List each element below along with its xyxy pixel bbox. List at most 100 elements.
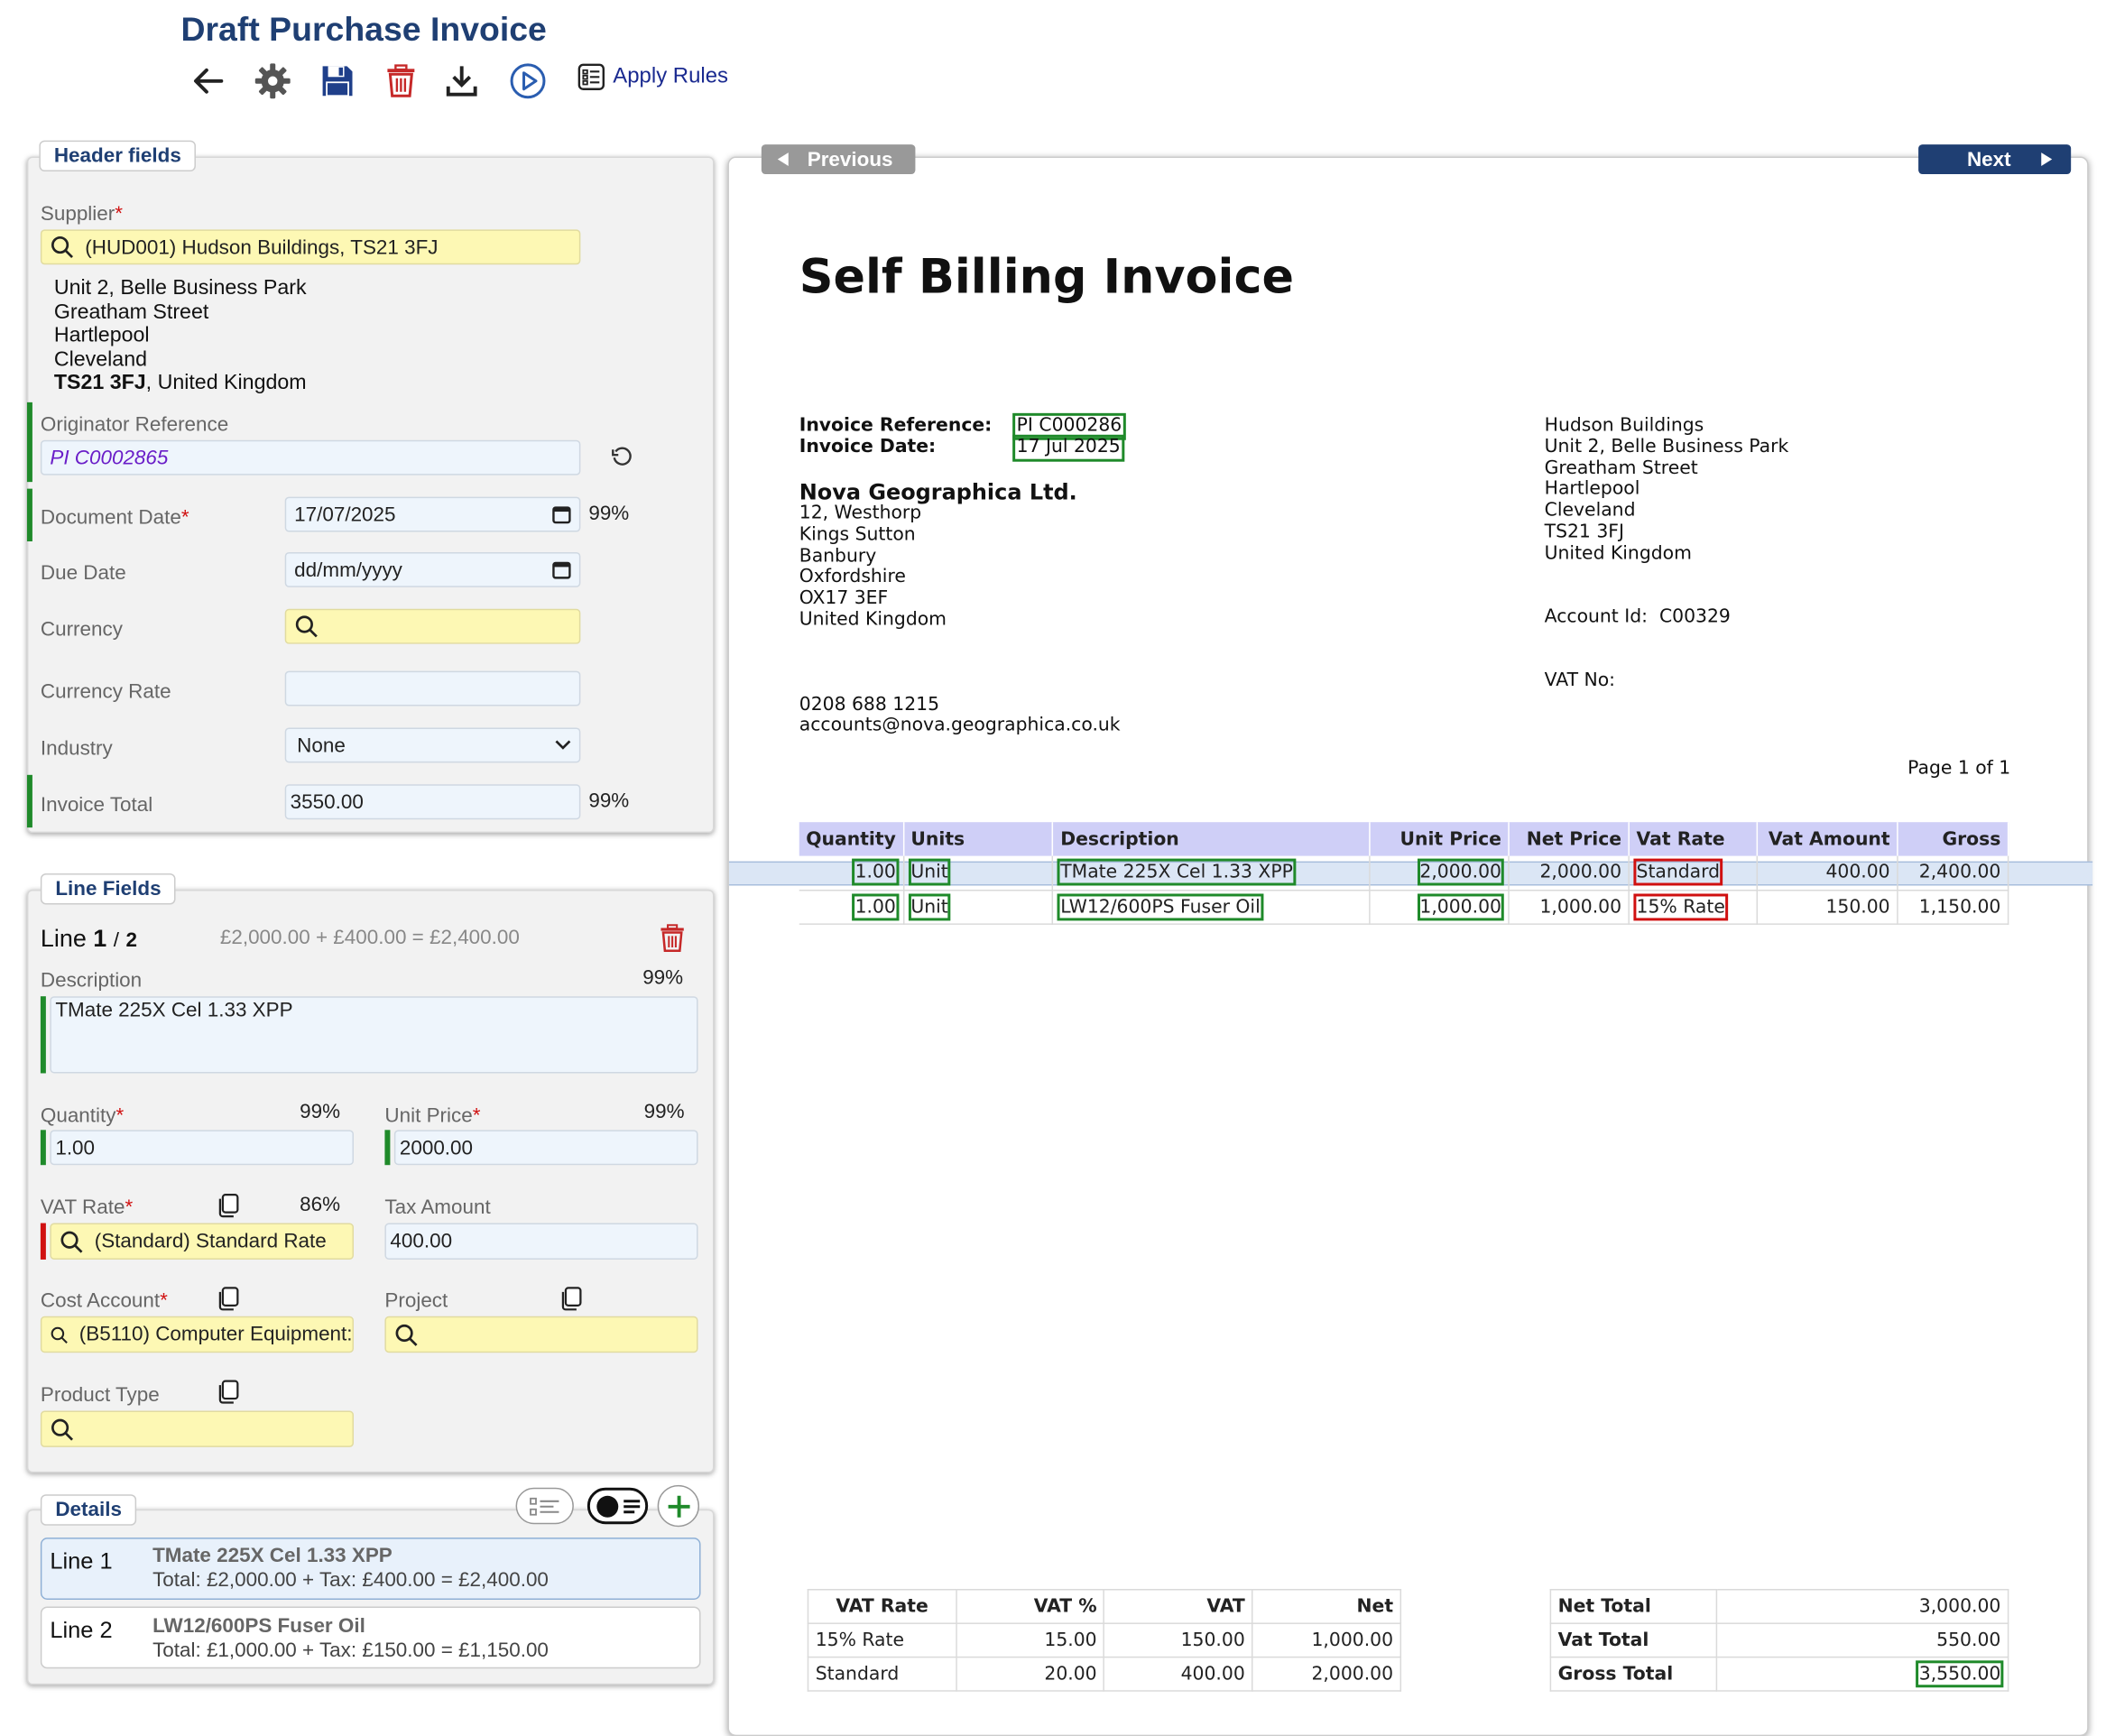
currency-input[interactable] [284,608,581,644]
download-icon [446,66,477,97]
document-date-value: 17/07/2025 [294,503,396,526]
address-line: Banbury [799,544,877,567]
due-date-label: Due Date [40,561,126,585]
address-line: 12, Westhorp [799,502,922,524]
detail-line-2[interactable]: Line 2 LW12/600PS Fuser Oil Total: £1,00… [40,1606,701,1669]
cell-units: Unit [908,858,951,886]
currency-rate-input[interactable] [284,670,581,706]
copy-icon [218,1380,239,1404]
save-button[interactable] [316,60,359,103]
calendar-icon[interactable] [552,505,571,524]
detail-line-1[interactable]: Line 1 TMate 225X Cel 1.33 XPP Total: £2… [40,1537,701,1600]
reset-button[interactable] [610,446,634,476]
description-input[interactable]: TMate 225X Cel 1.33 XPP [50,996,698,1074]
delete-button[interactable] [379,60,422,103]
vat-summary-table: VAT Rate VAT % VAT Net 15% Rate 15.00 15… [807,1589,1402,1692]
settings-button[interactable] [251,60,294,103]
previous-button[interactable]: Previous [761,144,916,175]
invoice-total-input[interactable]: 3550.00 [284,784,581,820]
account-id-label: Account Id: [1544,605,1649,628]
column-header: Net [1252,1589,1402,1624]
chevron-down-icon [555,740,571,750]
cell-unit-price: 2,000.00 [1417,858,1504,886]
document-viewer [727,156,2089,1736]
copy-icon [561,1287,582,1311]
gear-icon [254,63,291,99]
detail-line-label: Line 2 [50,1617,113,1643]
copy-cost-account-button[interactable] [216,1287,239,1317]
invoice-total-confidence: 99% [588,790,630,813]
copy-project-button[interactable] [559,1287,582,1317]
column-header: VAT Rate [807,1589,957,1624]
page-title: Draft Purchase Invoice [180,10,547,49]
supplier-label: Supplier* [40,202,123,226]
add-line-button[interactable] [657,1484,700,1528]
unit-price-input[interactable]: 2000.00 [393,1130,698,1166]
search-icon [395,1324,418,1346]
back-button[interactable] [186,60,229,103]
tax-amount-input[interactable]: 400.00 [384,1223,698,1260]
cell: 20.00 [956,1656,1105,1692]
table-row: Net Total 3,000.00 [1549,1589,2009,1624]
apply-rules-button[interactable]: Apply Rules [577,63,728,90]
address-line: Cleveland [53,347,147,372]
table-row[interactable]: 1.00 Unit LW12/600PS Fuser Oil 1,000.00 … [799,889,2009,925]
cell-net-price: 1,000.00 [1509,889,1630,925]
column-header: Unit Price [1370,822,1510,856]
supplier-input[interactable]: (HUD001) Hudson Buildings, TS21 3FJ [40,229,581,265]
column-header: VAT [1104,1589,1253,1624]
list-view-toggle[interactable] [515,1487,574,1525]
document-title: Self Billing Invoice [799,251,1295,306]
cell-units: Unit [908,892,951,920]
cell-vat-rate: Standard [1633,858,1723,886]
table-header-row: Quantity Units Description Unit Price Ne… [799,822,2009,856]
invoice-total-label: Invoice Total [40,793,153,817]
document-date-input[interactable]: 17/07/2025 [284,496,581,532]
column-header: Units [903,822,1054,856]
invoice-ref-label: Invoice Reference: [799,414,993,437]
gross-total-label: Gross Total [1549,1656,1717,1692]
page-indicator: Page 1 of 1 [1907,757,2011,780]
vat-rate-value: (Standard) Standard Rate [94,1230,327,1253]
quantity-label: Quantity* [40,1103,125,1128]
calendar-icon[interactable] [552,560,571,579]
checklist-icon [577,63,605,90]
product-type-input[interactable] [40,1410,355,1447]
line-indicator: Line 1 / 2 [41,925,137,953]
vat-total-label: Vat Total [1549,1622,1717,1658]
detail-view-toggle[interactable] [587,1487,649,1525]
table-row: Gross Total 3,550.00 [1549,1656,2009,1692]
due-date-input[interactable]: dd/mm/yyyy [284,551,581,587]
project-label: Project [384,1288,448,1313]
copy-product-type-button[interactable] [216,1380,239,1410]
table-row: Standard 20.00 400.00 2,000.00 [807,1656,1402,1692]
table-row[interactable]: 1.00 Unit TMate 225X Cel 1.33 XPP 2,000.… [799,855,2009,891]
account-id-value: C00329 [1658,605,1731,628]
vat-no-label: VAT No: [1544,669,1616,692]
vat-total-value: 550.00 [1715,1622,2009,1658]
column-header: Gross [1897,822,2009,856]
originator-reference-input[interactable]: PI C0002865 [40,439,581,476]
company-address: 12, Westhorp Kings Sutton Banbury Oxford… [799,503,947,632]
delete-line-button[interactable] [658,923,688,959]
description-label: Description [40,969,143,993]
industry-value: None [297,734,346,757]
arrow-left-icon [194,68,224,94]
run-button[interactable] [506,60,550,103]
cost-account-input[interactable]: (B5110) Computer Equipment: [40,1316,355,1353]
table-row: Vat Total 550.00 [1549,1622,2009,1658]
confidence-bar [40,996,46,1074]
vat-rate-input[interactable]: (Standard) Standard Rate [50,1223,355,1260]
copy-vat-rate-button[interactable] [216,1194,239,1224]
download-button[interactable] [440,60,484,103]
search-icon [295,615,318,638]
quantity-input[interactable]: 1.00 [50,1130,355,1166]
refresh-icon [612,447,632,466]
industry-select[interactable]: None [284,727,581,763]
next-button[interactable]: Next [1918,144,2072,175]
supplier-postcode: TS21 3FJ [53,372,146,395]
header-fields-legend: Header fields [39,140,197,172]
confidence-bar [40,1130,46,1166]
floppy-disk-icon [322,66,353,97]
project-input[interactable] [384,1316,698,1353]
